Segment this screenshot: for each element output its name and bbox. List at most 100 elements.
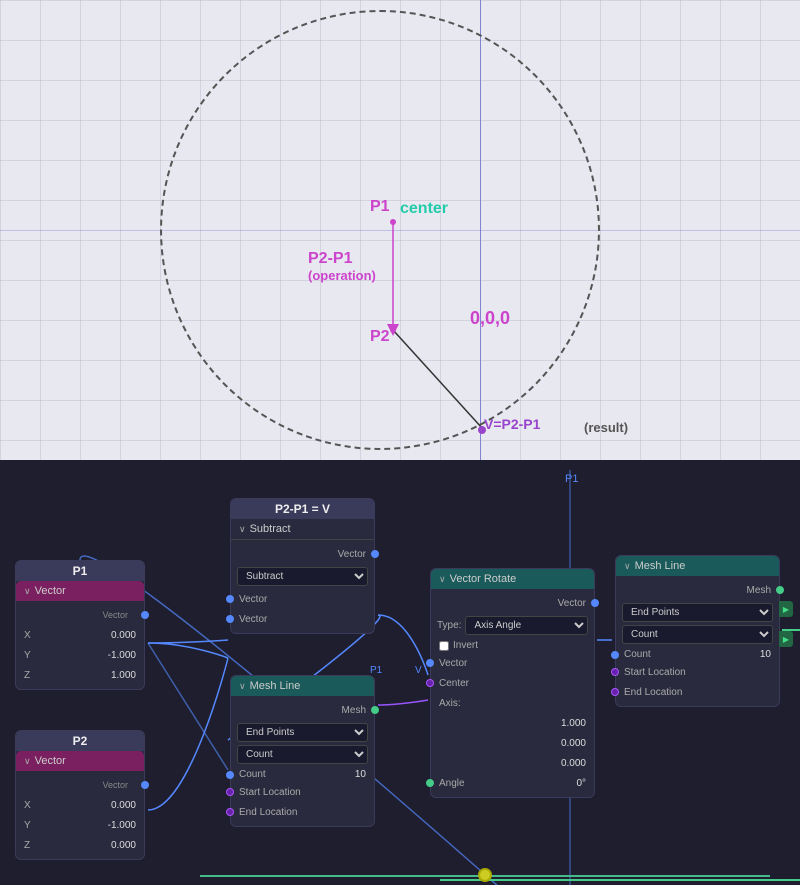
- node-mesh-line-1: ∨ Mesh Line Mesh End Points Count Count: [230, 675, 375, 827]
- node-p2-y-row: Y -1.000: [16, 815, 144, 835]
- node-subtract: P2-P1 = V ∨ Subtract Vector Subtract Vec…: [230, 498, 375, 634]
- node-mesh1-start-label: Start Location: [239, 787, 301, 798]
- collapse-vecrot-arrow[interactable]: ∨: [439, 574, 446, 585]
- node-vecrot-invert-row: Invert: [431, 638, 594, 653]
- node-vecrot-invert-label: Invert: [453, 640, 478, 651]
- node-mesh2-count-socket[interactable]: [611, 651, 619, 659]
- node-vecrot-axis-z: 0.000: [431, 753, 594, 773]
- node-p1-y-label: Y: [24, 650, 104, 661]
- slider-handle[interactable]: [478, 868, 492, 882]
- node-mesh1-end-socket[interactable]: [226, 808, 234, 816]
- node-p1-x-value[interactable]: 0.000: [111, 630, 136, 641]
- node-mesh-line-1-header: ∨ Mesh Line: [231, 676, 374, 696]
- node-vecrot-vector-output: Vector: [431, 593, 594, 613]
- node-subtract-dropdown[interactable]: Subtract: [237, 567, 368, 586]
- node-mesh-line-1-label: Mesh Line: [250, 680, 301, 692]
- node-vecrot-center-socket[interactable]: [426, 679, 434, 687]
- node-p2-z-row: Z 0.000: [16, 835, 144, 855]
- svg-text:V: V: [415, 665, 422, 676]
- node-mesh1-mode-dropdown-row: End Points: [237, 723, 368, 742]
- collapse-mesh2-arrow[interactable]: ∨: [624, 561, 631, 572]
- operation-viewport-label: (operation): [308, 268, 376, 283]
- node-subtract-input2-label: Vector: [239, 614, 267, 625]
- svg-text:P1: P1: [565, 473, 578, 485]
- node-subtract-vector-output: Vector: [231, 544, 374, 564]
- node-p2-x-row: X 0.000: [16, 795, 144, 815]
- node-mesh2-mode-dropdown[interactable]: End Points: [622, 603, 773, 622]
- node-mesh1-output-socket[interactable]: [371, 706, 379, 714]
- node-p1: P1 ∨ Vector Vector X 0.000 Y -1.000 Z 1.…: [15, 560, 145, 690]
- origin-viewport-label: 0,0,0: [470, 308, 510, 329]
- node-mesh2-end-socket[interactable]: [611, 688, 619, 696]
- collapse-subtract-arrow[interactable]: ∨: [239, 524, 246, 535]
- node-subtract-input2-socket[interactable]: [226, 615, 234, 623]
- collapse-arrow[interactable]: ∨: [24, 586, 31, 597]
- node-mesh2-mode-row: End Points: [622, 603, 773, 622]
- node-vecrot-vector-socket[interactable]: [426, 659, 434, 667]
- node-vecrot-axis-label-row: Axis:: [431, 693, 594, 713]
- node-p1-x-row: X 0.000: [16, 625, 144, 645]
- node-p1-z-value[interactable]: 1.000: [111, 670, 136, 681]
- node-p1-z-row: Z 1.000: [16, 665, 144, 685]
- node-mesh2-count-value[interactable]: 10: [760, 649, 771, 660]
- p1-viewport-label: P1: [370, 198, 390, 216]
- node-mesh1-start-socket[interactable]: [226, 788, 234, 796]
- node-mesh-line-2: ∨ Mesh Line Mesh End Points Count Count: [615, 555, 780, 707]
- node-subtract-output-socket[interactable]: [371, 550, 379, 558]
- node-vecrot-axis-z-value[interactable]: 0.000: [561, 758, 586, 769]
- node-p2-vector-label: Vector: [24, 780, 136, 791]
- node-vecrot-output-label: Vector: [558, 598, 586, 609]
- node-vecrot-angle-value[interactable]: 0°: [576, 778, 586, 789]
- node-p2-header: ∨ Vector: [16, 751, 144, 771]
- p2-viewport-label: P2: [370, 328, 390, 346]
- node-p1-title: P1: [16, 561, 144, 581]
- node-p1-y-value[interactable]: -1.000: [108, 650, 136, 661]
- node-mesh1-count-socket[interactable]: [226, 771, 234, 779]
- node-mesh2-mesh-output: Mesh: [616, 580, 779, 600]
- center-viewport-label: center: [400, 200, 448, 218]
- node-p2-output-socket[interactable]: [141, 781, 149, 789]
- node-mesh2-count-mode-dropdown[interactable]: Count: [622, 625, 773, 644]
- node-vecrot-axis-y-value[interactable]: 0.000: [561, 738, 586, 749]
- viewport-arrows: [0, 0, 800, 460]
- node-mesh1-count-mode-row: Count: [237, 745, 368, 764]
- node-vecrot-angle-socket[interactable]: [426, 779, 434, 787]
- node-vector-rotate-header: ∨ Vector Rotate: [431, 569, 594, 589]
- node-vecrot-axis-y: 0.000: [431, 733, 594, 753]
- node-mesh1-count-value[interactable]: 10: [355, 769, 366, 780]
- node-subtract-input1-label: Vector: [239, 594, 267, 605]
- node-subtract-dropdown-row: Subtract: [237, 567, 368, 586]
- node-mesh2-count-mode-row: Count: [622, 625, 773, 644]
- node-subtract-input1: Vector: [231, 589, 374, 609]
- collapse-mesh1-arrow[interactable]: ∨: [239, 681, 246, 692]
- node-subtract-input1-socket[interactable]: [226, 595, 234, 603]
- node-vecrot-output-socket[interactable]: [591, 599, 599, 607]
- node-mesh1-start-row: Start Location: [231, 782, 374, 802]
- node-vecrot-axis-x: 1.000: [431, 713, 594, 733]
- node-p1-output-socket[interactable]: [141, 611, 149, 619]
- result-label: (result): [584, 420, 628, 435]
- node-p2-x-value[interactable]: 0.000: [111, 800, 136, 811]
- node-vecrot-type-dropdown[interactable]: Axis Angle: [465, 616, 588, 635]
- node-p2-z-value[interactable]: 0.000: [111, 840, 136, 851]
- ge-icon: ▶: [783, 605, 789, 614]
- node-mesh2-start-socket[interactable]: [611, 668, 619, 676]
- node-mesh2-right-output2[interactable]: ▶: [779, 631, 793, 647]
- node-p1-x-label: X: [24, 630, 107, 641]
- bottom-slider-area: [0, 867, 800, 885]
- node-p2-y-value[interactable]: -1.000: [108, 820, 136, 831]
- node-vecrot-vector-input: Vector: [431, 653, 594, 673]
- node-mesh1-count-mode-dropdown[interactable]: Count: [237, 745, 368, 764]
- p2p1-viewport-label: P2-P1: [308, 250, 352, 268]
- node-mesh2-right-output1[interactable]: ▶: [779, 601, 793, 617]
- node-vecrot-vector-input-label: Vector: [439, 658, 467, 669]
- node-vecrot-angle-row: Angle 0°: [431, 773, 594, 793]
- node-vecrot-invert-checkbox[interactable]: [439, 641, 449, 651]
- svg-text:P1: P1: [370, 665, 383, 676]
- node-vecrot-axis-x-value[interactable]: 1.000: [561, 718, 586, 729]
- collapse-p2-arrow[interactable]: ∨: [24, 756, 31, 767]
- node-mesh2-output-socket[interactable]: [776, 586, 784, 594]
- node-vecrot-center-label: Center: [439, 678, 469, 689]
- node-mesh1-mode-dropdown[interactable]: End Points: [237, 723, 368, 742]
- node-mesh1-end-row: End Location: [231, 802, 374, 822]
